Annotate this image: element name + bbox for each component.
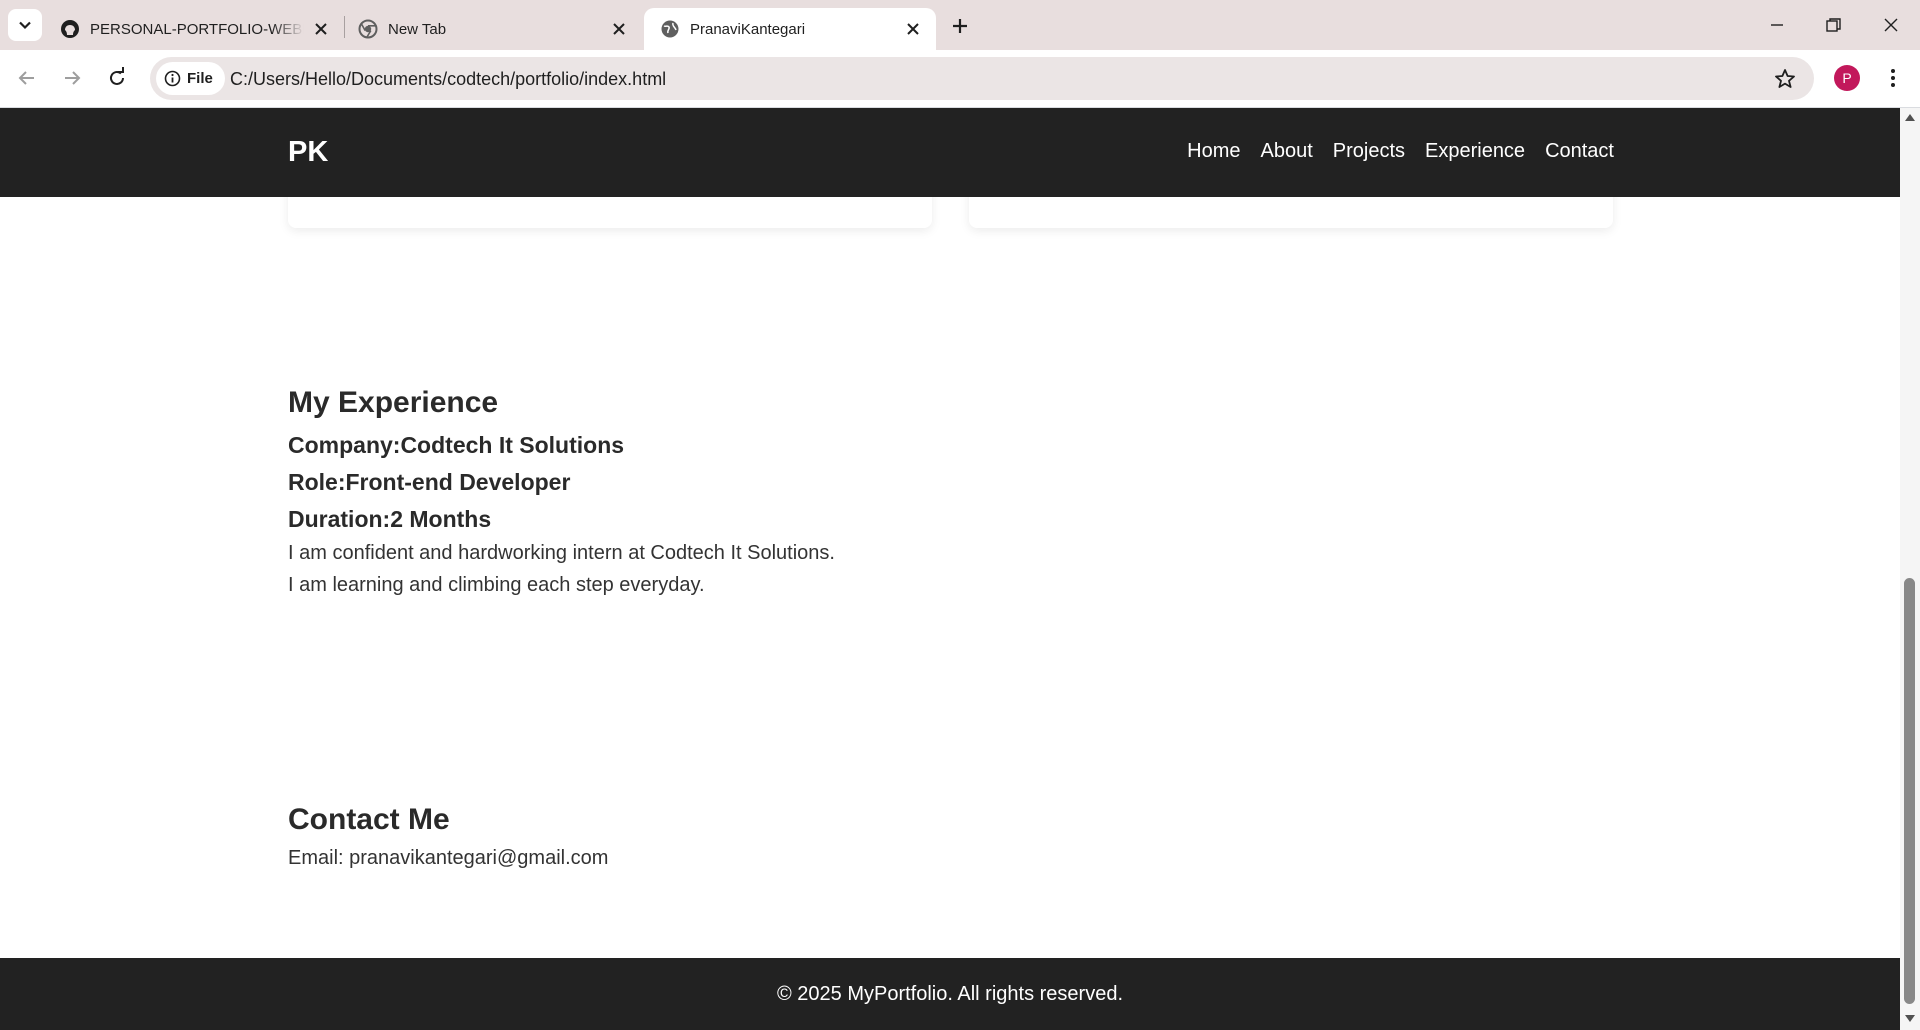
- site-nav-links: Home About Projects Experience Contact: [1187, 140, 1614, 163]
- tab-new-tab[interactable]: New Tab: [342, 8, 642, 50]
- restore-icon[interactable]: [1820, 12, 1846, 38]
- site-logo[interactable]: PK: [288, 136, 328, 169]
- contact-heading: Contact Me: [288, 803, 450, 836]
- minimize-icon[interactable]: [1764, 12, 1790, 38]
- nav-link-about[interactable]: About: [1260, 140, 1312, 163]
- tab-title: New Tab: [388, 20, 447, 38]
- bookmark-star-icon[interactable]: [1772, 66, 1798, 92]
- close-window-icon[interactable]: [1878, 12, 1904, 38]
- forward-arrow-icon[interactable]: [59, 65, 85, 91]
- experience-role: Role:Front-end Developer: [288, 469, 571, 495]
- back-arrow-icon[interactable]: [14, 65, 40, 91]
- profile-avatar[interactable]: P: [1834, 65, 1860, 91]
- tab-github[interactable]: PERSONAL-PORTFOLIO-WEBPAGE: [44, 8, 344, 50]
- more-menu-icon[interactable]: [1880, 65, 1906, 91]
- browser-toolbar: File C:/Users/Hello/Documents/codtech/po…: [0, 50, 1920, 108]
- site-footer: © 2025 MyPortfolio. All rights reserved.: [0, 958, 1900, 1030]
- contact-email[interactable]: Email: pranavikantegari@gmail.com: [288, 847, 608, 870]
- file-chip-label: File: [187, 70, 213, 87]
- nav-link-experience[interactable]: Experience: [1425, 140, 1525, 163]
- experience-heading: My Experience: [288, 386, 499, 419]
- nav-link-contact[interactable]: Contact: [1545, 140, 1614, 163]
- tab-title: PranaviKantegari: [690, 20, 806, 38]
- scroll-down-arrow-icon[interactable]: [1904, 1014, 1916, 1024]
- close-icon[interactable]: [904, 20, 922, 38]
- nav-link-home[interactable]: Home: [1187, 140, 1240, 163]
- close-icon[interactable]: [610, 20, 628, 38]
- site-navbar: PK Home About Projects Experience Contac…: [0, 108, 1900, 197]
- tab-title: PERSONAL-PORTFOLIO-WEBPAGE: [90, 20, 304, 38]
- info-icon: [164, 70, 181, 87]
- scroll-up-arrow-icon[interactable]: [1904, 112, 1916, 122]
- experience-section: My Experience Company:Codtech It Solutio…: [288, 386, 835, 597]
- site-info-chip[interactable]: File: [156, 62, 225, 95]
- experience-description-1: I am confident and hardworking intern at…: [288, 542, 835, 564]
- tab-active-portfolio[interactable]: PranaviKantegari: [644, 8, 936, 50]
- footer-copyright: © 2025 MyPortfolio. All rights reserved.: [777, 982, 1123, 1005]
- experience-company: Company:Codtech It Solutions: [288, 432, 625, 458]
- globe-icon: [661, 20, 679, 38]
- chrome-icon: [358, 19, 378, 39]
- address-bar[interactable]: File C:/Users/Hello/Documents/codtech/po…: [150, 57, 1814, 100]
- contact-section: Contact Me Email: pranavikantegari@gmail…: [288, 803, 608, 870]
- github-icon: [61, 20, 79, 38]
- new-tab-plus-icon[interactable]: [948, 14, 972, 38]
- page-viewport: PK Home About Projects Experience Contac…: [0, 108, 1900, 1030]
- scrollbar-thumb[interactable]: [1904, 578, 1915, 1004]
- chevron-down-icon: [19, 21, 31, 30]
- tab-strip: PERSONAL-PORTFOLIO-WEBPAGE New Tab Prana…: [0, 0, 1920, 50]
- tab-search-button[interactable]: [8, 9, 42, 41]
- url-text[interactable]: C:/Users/Hello/Documents/codtech/portfol…: [230, 69, 666, 90]
- experience-description-2: I am learning and climbing each step eve…: [288, 574, 705, 596]
- reload-icon[interactable]: [104, 65, 130, 91]
- experience-duration: Duration:2 Months: [288, 506, 492, 532]
- vertical-scrollbar[interactable]: [1900, 108, 1920, 1030]
- close-icon[interactable]: [312, 20, 330, 38]
- nav-link-projects[interactable]: Projects: [1333, 140, 1405, 163]
